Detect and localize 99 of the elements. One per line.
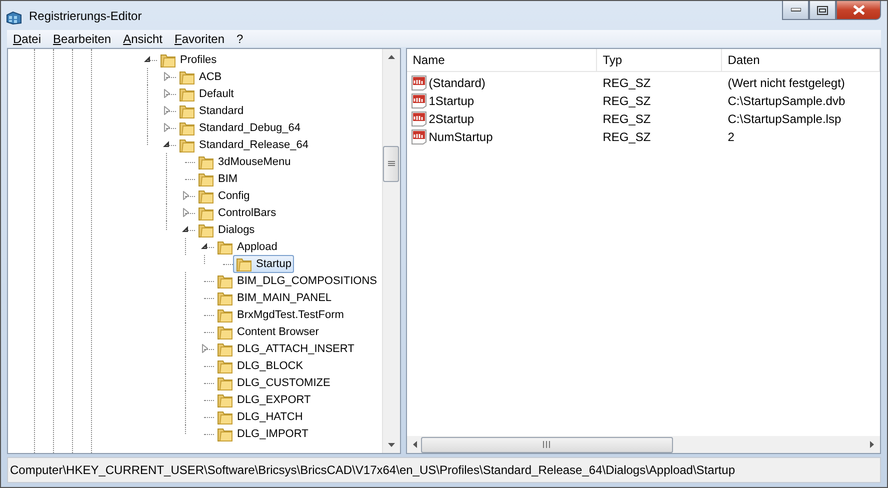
tree-item[interactable]: Dialogs [195, 220, 258, 238]
value-name: 2Startup [428, 112, 474, 126]
folder-icon [216, 324, 234, 340]
tree-item[interactable]: DLG_CUSTOMIZE [214, 374, 334, 392]
value-data-cell-text: (Wert nicht festgelegt) [726, 75, 846, 92]
folder-icon [178, 102, 196, 118]
status-bar: Computer\HKEY_CURRENT_USER\Software\Bricsys\BricsCAD\V17x64\en_US\Profiles\Standard_Release_64\Dialogs\Appload\Startup [7, 457, 881, 483]
scrollbar-thumb[interactable] [420, 436, 673, 452]
folder-icon [216, 426, 234, 442]
folder-icon [178, 86, 196, 102]
folder-icon [216, 392, 234, 408]
folder-icon [235, 256, 253, 272]
tree-item[interactable]: BIM_MAIN_PANEL [214, 288, 335, 306]
folder-icon [178, 136, 196, 152]
tree-item[interactable]: DLG_HATCH [214, 408, 306, 426]
tree-item[interactable]: 3dMouseMenu [195, 152, 294, 170]
value-name: (Standard) [428, 76, 486, 90]
column-header[interactable]: Name [406, 49, 597, 72]
string-value-icon [410, 129, 427, 145]
maximize-icon [817, 6, 828, 14]
menu-item[interactable]: Ansicht [117, 32, 168, 46]
maximize-button[interactable] [809, 1, 836, 20]
collapse-arrow-icon[interactable] [182, 226, 189, 233]
folder-icon [197, 204, 215, 220]
menu-item[interactable]: ? [230, 32, 250, 46]
string-value-icon [410, 93, 427, 109]
expand-arrow-icon[interactable] [202, 344, 208, 353]
collapse-arrow-icon[interactable] [144, 56, 151, 63]
tree-item[interactable]: Config [195, 186, 253, 204]
value-type-cell-text: REG_SZ [602, 111, 652, 128]
close-icon [852, 5, 864, 15]
tree-item[interactable]: DLG_BLOCK [214, 356, 306, 374]
value-name: NumStartup [428, 130, 493, 144]
value-name-cell[interactable]: 1Startup [406, 92, 597, 110]
expand-arrow-icon[interactable] [182, 208, 188, 217]
expand-arrow-icon[interactable] [164, 123, 170, 132]
folder-icon [216, 238, 234, 254]
folder-icon [197, 154, 215, 170]
tree-item[interactable]: Profiles [157, 50, 220, 68]
value-data-cell-text: C:\StartupSample.dvb [726, 93, 846, 110]
value-name-cell[interactable]: 2Startup [406, 110, 597, 128]
value-name-cell[interactable]: NumStartup [406, 128, 597, 146]
menu-item[interactable]: Favoriten [168, 32, 231, 46]
folder-icon [197, 222, 215, 238]
tree-item[interactable]: ACB [176, 68, 225, 86]
folder-icon [197, 170, 215, 186]
minimize-icon [790, 8, 800, 12]
string-value-icon [410, 75, 427, 91]
folder-icon [178, 120, 196, 136]
tree-item[interactable]: BrxMgdTest.TestForm [214, 306, 347, 324]
column-header[interactable]: Typ [596, 49, 722, 72]
expand-arrow-icon[interactable] [164, 89, 170, 98]
scrollbar-thumb[interactable] [383, 146, 400, 182]
expand-arrow-icon[interactable] [164, 72, 170, 81]
collapse-arrow-icon[interactable] [201, 243, 208, 250]
folder-icon [216, 358, 234, 374]
value-type-cell-text: REG_SZ [602, 129, 652, 146]
folder-icon [216, 408, 234, 424]
tree-item[interactable]: Standard_Release_64 [176, 136, 312, 154]
folder-icon [159, 52, 177, 68]
value-type-cell-text: REG_SZ [602, 75, 652, 92]
window-title: Registrierungs-Editor [29, 8, 143, 22]
scroll-left-icon[interactable] [412, 441, 417, 448]
folder-icon [216, 290, 234, 306]
string-value-icon [410, 111, 427, 127]
scroll-down-icon[interactable] [388, 443, 395, 447]
tree-item[interactable]: BIM [195, 170, 241, 188]
tree-item[interactable]: Default [176, 84, 237, 102]
value-name-cell[interactable]: (Standard) [406, 74, 597, 92]
tree-item[interactable]: DLG_IMPORT [214, 424, 312, 442]
folder-icon [197, 188, 215, 204]
folder-icon [216, 306, 234, 322]
column-header[interactable]: Daten [722, 49, 880, 72]
folder-icon [216, 340, 234, 356]
value-type-cell-text: REG_SZ [602, 93, 652, 110]
tree-item[interactable]: DLG_EXPORT [214, 390, 314, 408]
scroll-right-icon[interactable] [870, 441, 874, 448]
tree-item[interactable]: Appload [214, 238, 280, 256]
tree-item[interactable]: ControlBars [195, 204, 280, 222]
scroll-up-icon[interactable] [388, 55, 395, 59]
value-data-cell-text: 2 [726, 129, 736, 146]
tree-item[interactable]: BIM_DLG_COMPOSITIONS [214, 272, 380, 290]
expand-arrow-icon[interactable] [182, 191, 188, 200]
collapse-arrow-icon[interactable] [163, 141, 170, 148]
tree-item[interactable]: Content Browser [214, 322, 322, 340]
expand-arrow-icon[interactable] [164, 106, 170, 115]
value-name: 1Startup [428, 94, 474, 108]
minimize-button[interactable] [782, 1, 809, 20]
tree-item[interactable]: Standard_Debug_64 [176, 118, 304, 136]
tree-item[interactable]: DLG_ATTACH_INSERT [214, 340, 358, 358]
menu-item[interactable]: Datei [7, 32, 48, 46]
menu-item[interactable]: Bearbeiten [47, 32, 118, 46]
tree-item[interactable]: Standard [176, 102, 247, 120]
value-data-cell-text: C:\StartupSample.lsp [726, 111, 842, 128]
tree-item[interactable]: Startup [233, 254, 294, 272]
folder-icon [178, 68, 196, 84]
folder-icon [216, 374, 234, 390]
close-button[interactable] [836, 1, 881, 20]
folder-icon [216, 272, 234, 288]
